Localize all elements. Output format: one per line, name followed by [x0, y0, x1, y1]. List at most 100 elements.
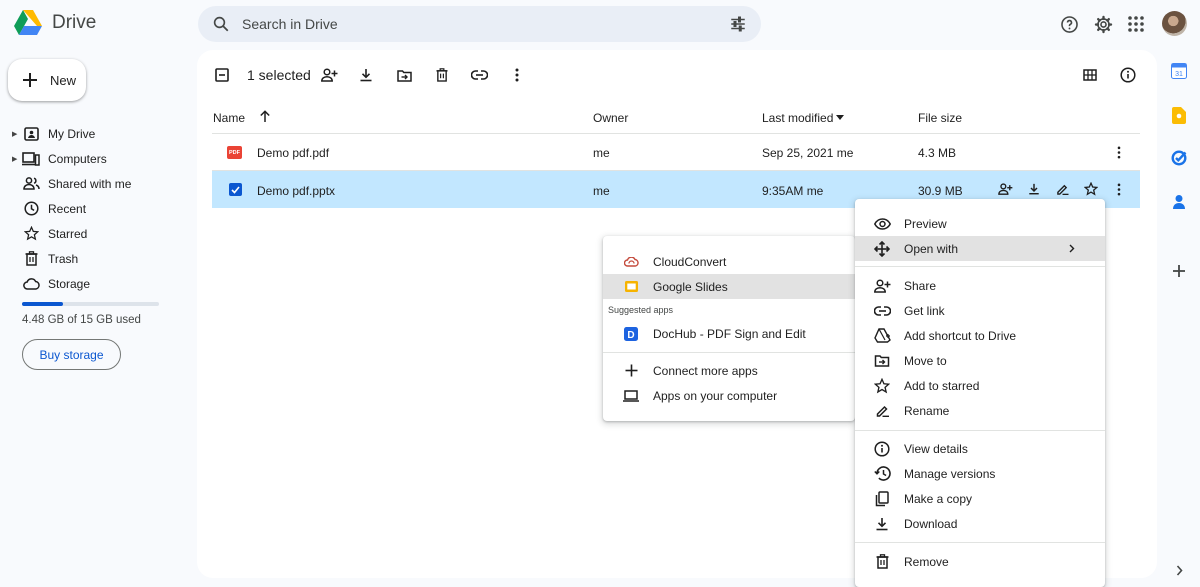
delete-icon[interactable] — [433, 66, 451, 84]
menu-item-apps-on-computer[interactable]: Apps on your computer — [603, 383, 855, 408]
sidebar-item-computers[interactable]: ▶ Computers — [12, 146, 192, 171]
header-divider — [212, 133, 1140, 134]
menu-item-add-shortcut[interactable]: Add shortcut to Drive — [855, 323, 1105, 348]
menu-item-dochub[interactable]: D DocHub - PDF Sign and Edit — [603, 321, 855, 346]
expand-arrow-icon[interactable]: ▶ — [12, 130, 20, 138]
menu-item-label: Preview — [904, 216, 947, 231]
trash-icon — [21, 251, 41, 266]
menu-item-label: Apps on your computer — [653, 388, 778, 403]
menu-item-label: Rename — [904, 403, 950, 418]
sidebar-item-label: Shared with me — [48, 176, 132, 191]
menu-item-preview[interactable]: Preview — [855, 211, 1105, 236]
menu-item-label: Manage versions — [904, 466, 996, 481]
column-header-owner[interactable]: Owner — [593, 111, 628, 125]
download-icon[interactable] — [357, 66, 375, 84]
menu-item-remove[interactable]: Remove — [855, 549, 1105, 574]
row-more-actions-icon[interactable] — [1117, 146, 1121, 159]
sidebar-item-trash[interactable]: Trash — [12, 246, 192, 271]
app-name: Drive — [52, 11, 97, 33]
menu-item-label: Connect more apps — [653, 363, 758, 378]
menu-item-label: Google Slides — [653, 279, 728, 294]
new-button[interactable]: New — [8, 59, 86, 101]
copy-icon — [872, 489, 892, 509]
add-to-starred-icon[interactable] — [1084, 182, 1098, 196]
menu-item-download[interactable]: Download — [855, 511, 1105, 536]
menu-item-label: Add to starred — [904, 378, 980, 393]
menu-item-label: Share — [904, 278, 937, 293]
deselect-icon[interactable] — [213, 66, 231, 84]
file-name[interactable]: Demo pdf.pdf — [257, 146, 329, 160]
file-name[interactable]: Demo pdf.pptx — [257, 184, 335, 198]
cloudconvert-icon — [621, 252, 641, 272]
account-avatar[interactable] — [1162, 11, 1187, 36]
move-to-icon[interactable] — [395, 66, 413, 84]
download-icon[interactable] — [1028, 183, 1040, 195]
share-icon[interactable] — [998, 183, 1013, 195]
new-button-label: New — [50, 72, 77, 88]
search-icon[interactable] — [212, 15, 230, 33]
sidebar-item-label: My Drive — [48, 126, 96, 141]
menu-item-connect-more-apps[interactable]: Connect more apps — [603, 358, 855, 383]
menu-separator — [603, 352, 855, 353]
expand-panel-chevron-icon[interactable] — [1170, 561, 1188, 579]
menu-item-cloudconvert[interactable]: CloudConvert — [603, 249, 855, 274]
more-actions-icon[interactable] — [508, 66, 526, 84]
menu-item-add-to-starred[interactable]: Add to starred — [855, 373, 1105, 398]
expand-arrow-icon[interactable]: ▶ — [12, 155, 20, 163]
menu-item-manage-versions[interactable]: Manage versions — [855, 461, 1105, 486]
sidebar-item-storage[interactable]: Storage — [12, 271, 192, 296]
menu-item-get-link[interactable]: Get link — [855, 298, 1105, 323]
computers-icon — [21, 151, 41, 166]
column-header-last-modified[interactable]: Last modified — [762, 111, 833, 125]
info-icon[interactable] — [1119, 66, 1137, 84]
calendar-icon[interactable]: 31 — [1170, 62, 1188, 80]
keep-icon[interactable] — [1170, 106, 1188, 124]
recent-icon — [21, 201, 41, 216]
star-icon — [21, 226, 41, 241]
help-icon[interactable] — [1057, 12, 1081, 36]
rename-icon[interactable] — [1056, 183, 1069, 195]
search-input[interactable]: Search in Drive — [242, 16, 729, 32]
link-icon — [872, 301, 892, 321]
contacts-icon[interactable] — [1170, 193, 1188, 211]
column-header-file-size[interactable]: File size — [918, 111, 962, 125]
menu-item-make-a-copy[interactable]: Make a copy — [855, 486, 1105, 511]
sidebar-item-recent[interactable]: Recent — [12, 196, 192, 221]
shared-icon — [21, 177, 41, 190]
menu-item-view-details[interactable]: View details — [855, 436, 1105, 461]
sidebar-item-my-drive[interactable]: ▶ My Drive — [12, 121, 192, 146]
share-icon[interactable] — [320, 66, 338, 84]
menu-item-label: Open with — [904, 241, 959, 256]
search-bar[interactable]: Search in Drive — [198, 6, 761, 42]
menu-item-google-slides[interactable]: Google Slides — [603, 274, 855, 299]
settings-gear-icon[interactable] — [1091, 12, 1115, 36]
suggested-apps-caption: Suggested apps — [608, 305, 674, 315]
tasks-icon[interactable] — [1170, 149, 1188, 167]
menu-item-rename[interactable]: Rename — [855, 398, 1105, 423]
sidebar-nav: ▶ My Drive ▶ Computers Shared with me Re… — [12, 121, 192, 296]
menu-item-label: Download — [904, 516, 958, 531]
menu-item-share[interactable]: Share — [855, 273, 1105, 298]
column-header-name[interactable]: Name — [213, 111, 245, 125]
sidebar-item-shared[interactable]: Shared with me — [12, 171, 192, 196]
search-options-icon[interactable] — [729, 15, 747, 33]
dochub-icon: D — [621, 324, 641, 344]
file-size: 4.3 MB — [918, 146, 957, 160]
row-more-actions-icon[interactable] — [1117, 183, 1121, 196]
open-with-icon — [872, 239, 892, 259]
buy-storage-button[interactable]: Buy storage — [22, 339, 121, 370]
sidebar-item-starred[interactable]: Starred — [12, 221, 192, 246]
history-icon — [872, 464, 892, 484]
menu-item-move-to[interactable]: Move to — [855, 348, 1105, 373]
menu-item-open-with[interactable]: Open with — [855, 236, 1105, 261]
sort-ascending-icon[interactable] — [259, 110, 271, 123]
eye-icon — [872, 214, 892, 234]
row-checkbox-checked[interactable] — [229, 183, 242, 196]
add-addon-icon[interactable] — [1170, 262, 1188, 280]
trash-icon — [872, 552, 892, 572]
drive-logo[interactable]: Drive — [14, 10, 96, 35]
link-icon[interactable] — [470, 66, 488, 84]
apps-grid-icon[interactable] — [1124, 12, 1148, 36]
grid-view-icon[interactable] — [1081, 66, 1099, 84]
sort-dropdown-icon[interactable] — [836, 115, 844, 120]
